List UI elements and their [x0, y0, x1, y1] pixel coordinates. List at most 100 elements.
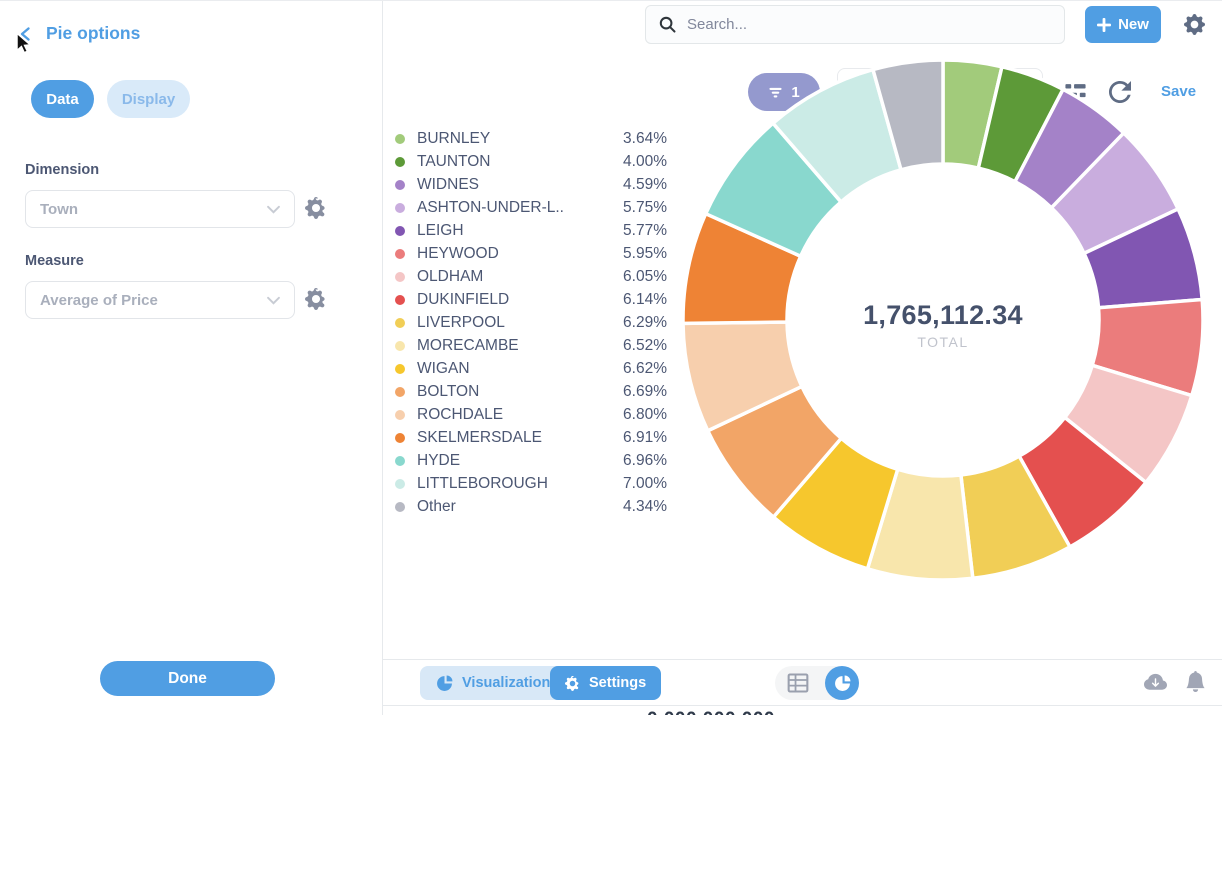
legend-label: WIGAN [417, 360, 607, 378]
legend-dot [395, 341, 405, 351]
viz-footer: Visualization Settings [383, 659, 1222, 706]
legend-item[interactable]: SKELMERSDALE6.91% [395, 426, 667, 449]
legend-dot [395, 456, 405, 466]
legend-label: LEIGH [417, 222, 607, 240]
legend-percent: 5.77% [607, 222, 667, 240]
measure-label: Measure [25, 253, 84, 269]
legend-label: Other [417, 498, 607, 516]
table-view-icon[interactable] [787, 672, 809, 694]
legend-percent: 6.52% [607, 337, 667, 355]
legend-percent: 4.34% [607, 498, 667, 516]
bell-icon[interactable] [1185, 671, 1206, 692]
legend-item[interactable]: Other4.34% [395, 495, 667, 518]
legend-percent: 6.80% [607, 406, 667, 424]
legend-item[interactable]: ASHTON-UNDER-L..5.75% [395, 196, 667, 219]
legend-item[interactable]: LEIGH5.77% [395, 219, 667, 242]
legend-percent: 4.59% [607, 176, 667, 194]
legend-dot [395, 157, 405, 167]
legend-label: DUKINFIELD [417, 291, 607, 309]
chevron-down-icon [267, 296, 280, 305]
legend-item[interactable]: BOLTON6.69% [395, 380, 667, 403]
legend-dot [395, 134, 405, 144]
tab-display-label: Display [122, 91, 175, 108]
metabase-app: New Average of Price by Town ClickHouse-… [0, 0, 1222, 893]
legend-item[interactable]: ROCHDALE6.80% [395, 403, 667, 426]
settings-button[interactable]: Settings [550, 666, 661, 700]
legend-item[interactable]: DUKINFIELD6.14% [395, 288, 667, 311]
legend-item[interactable]: WIGAN6.62% [395, 357, 667, 380]
legend-label: OLDHAM [417, 268, 607, 286]
visualization-button[interactable]: Visualization [420, 666, 566, 700]
pie-view-icon[interactable] [825, 666, 859, 700]
back-chevron-icon[interactable] [18, 26, 34, 42]
legend-label: WIDNES [417, 176, 607, 194]
legend-percent: 6.05% [607, 268, 667, 286]
legend-percent: 4.00% [607, 153, 667, 171]
legend-item[interactable]: LITTLEBOROUGH7.00% [395, 472, 667, 495]
legend-dot [395, 502, 405, 512]
dimension-value: Town [40, 201, 78, 218]
legend-label: BURNLEY [417, 130, 607, 148]
legend-percent: 6.62% [607, 360, 667, 378]
legend-dot [395, 433, 405, 443]
viz-type-toggle [775, 666, 859, 700]
dimension-select[interactable]: Town [25, 190, 295, 228]
tab-data[interactable]: Data [31, 80, 94, 118]
visualization-area: BURNLEY3.64%TAUNTON4.00%WIDNES4.59%ASHTO… [383, 1, 1222, 715]
legend-dot [395, 387, 405, 397]
legend-dot [395, 180, 405, 190]
legend-dot [395, 295, 405, 305]
dimension-gear-icon[interactable] [305, 197, 327, 219]
measure-select[interactable]: Average of Price [25, 281, 295, 319]
gear-icon [565, 676, 580, 691]
legend-item[interactable]: HYDE6.96% [395, 449, 667, 472]
legend-percent: 7.00% [607, 475, 667, 493]
legend-item[interactable]: WIDNES4.59% [395, 173, 667, 196]
legend-item[interactable]: MORECAMBE6.52% [395, 334, 667, 357]
legend-label: LIVERPOOL [417, 314, 607, 332]
legend-item[interactable]: LIVERPOOL6.29% [395, 311, 667, 334]
legend-dot [395, 410, 405, 420]
legend-percent: 3.64% [607, 130, 667, 148]
legend-percent: 6.29% [607, 314, 667, 332]
legend-dot [395, 272, 405, 282]
measure-value: Average of Price [40, 292, 158, 309]
dimension-label: Dimension [25, 162, 99, 178]
legend-label: HEYWOOD [417, 245, 607, 263]
legend-label: LITTLEBOROUGH [417, 475, 607, 493]
legend-dot [395, 249, 405, 259]
legend-percent: 6.14% [607, 291, 667, 309]
settings-button-label: Settings [589, 675, 646, 691]
chevron-down-icon [267, 205, 280, 214]
legend-dot [395, 203, 405, 213]
done-button[interactable]: Done [100, 661, 275, 696]
legend-label: SKELMERSDALE [417, 429, 607, 447]
legend-percent: 5.75% [607, 199, 667, 217]
legend-dot [395, 226, 405, 236]
legend-dot [395, 479, 405, 489]
body: Pie options Data Display Dimension Town … [0, 0, 1222, 715]
legend-label: TAUNTON [417, 153, 607, 171]
legend-percent: 6.69% [607, 383, 667, 401]
panel-title: Pie options [46, 23, 140, 44]
measure-gear-icon[interactable] [305, 288, 327, 310]
legend-item[interactable]: BURNLEY3.64% [395, 127, 667, 150]
legend-percent: 6.96% [607, 452, 667, 470]
clipped-text: 0,000,000,000 [641, 709, 781, 715]
legend-percent: 5.95% [607, 245, 667, 263]
legend-label: HYDE [417, 452, 607, 470]
legend-label: MORECAMBE [417, 337, 607, 355]
legend-item[interactable]: TAUNTON4.00% [395, 150, 667, 173]
legend-label: ROCHDALE [417, 406, 607, 424]
legend-percent: 6.91% [607, 429, 667, 447]
legend-item[interactable]: HEYWOOD5.95% [395, 242, 667, 265]
legend-item[interactable]: OLDHAM6.05% [395, 265, 667, 288]
pie-options-sidebar: Pie options Data Display Dimension Town … [0, 1, 383, 715]
download-icon[interactable] [1144, 671, 1167, 694]
pie-chart [673, 50, 1213, 590]
visualization-button-label: Visualization [462, 675, 550, 691]
pie-chart-icon [436, 675, 453, 692]
clipped-next-row: 0,000,000,000 [383, 706, 1222, 715]
pie-legend: BURNLEY3.64%TAUNTON4.00%WIDNES4.59%ASHTO… [395, 127, 667, 518]
tab-display[interactable]: Display [107, 80, 190, 118]
